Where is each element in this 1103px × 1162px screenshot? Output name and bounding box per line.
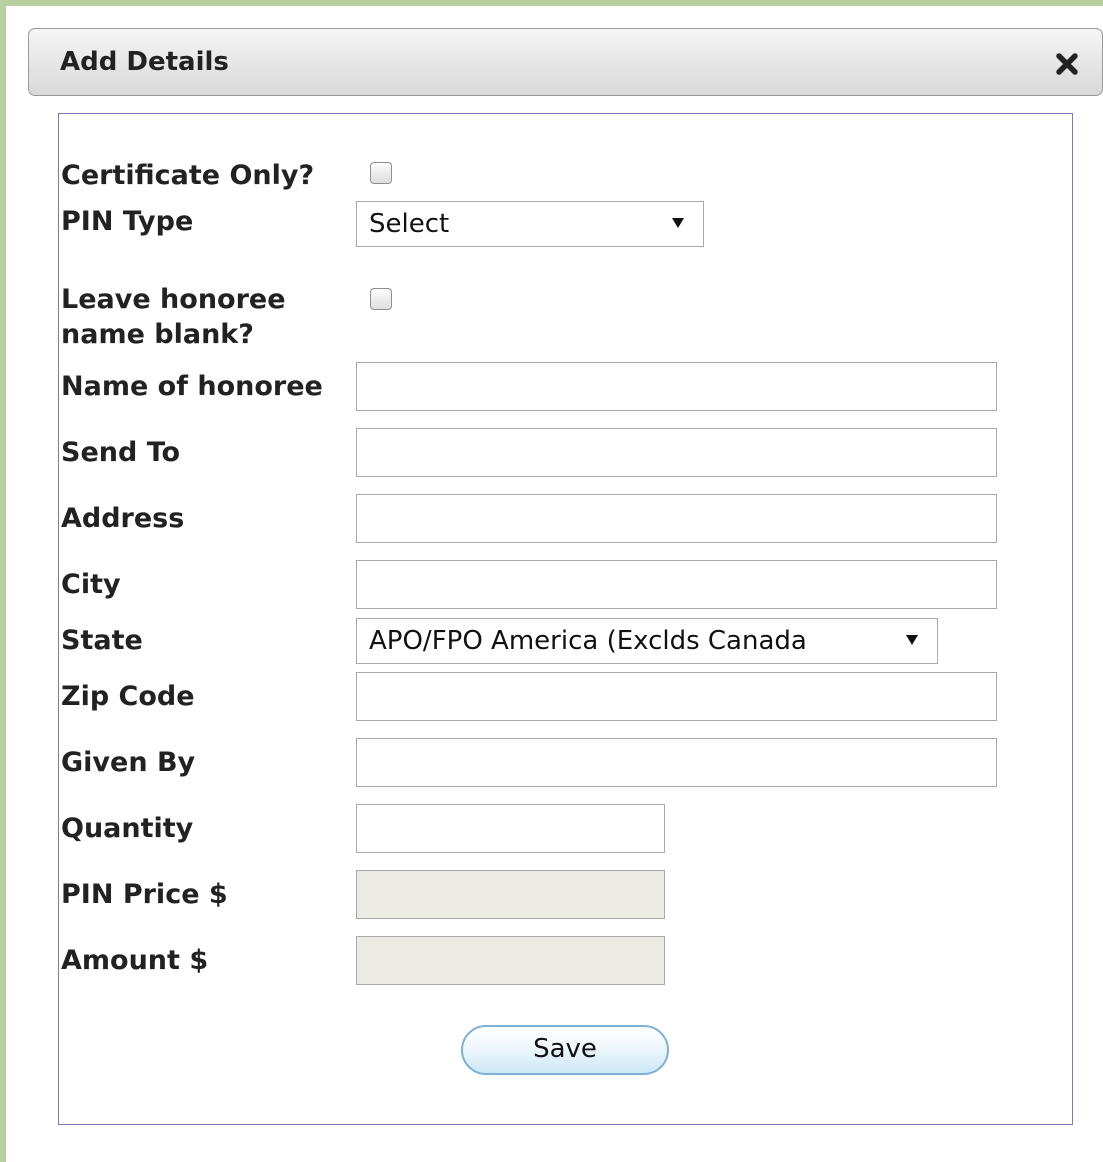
dialog-title: Add Details [60, 47, 229, 77]
quantity-input[interactable] [356, 804, 665, 853]
state-label: State [61, 625, 143, 656]
honoree-name-input[interactable] [356, 362, 997, 411]
city-input[interactable] [356, 560, 997, 609]
certificate-only-checkbox[interactable] [370, 162, 392, 184]
send-to-input[interactable] [356, 428, 997, 477]
state-select[interactable]: APO/FPO America (Exclds Canada [356, 618, 938, 664]
pin-price-label: PIN Price $ [61, 879, 228, 910]
honoree-name-label: Name of honoree [61, 371, 323, 402]
address-input[interactable] [356, 494, 997, 543]
pin-type-select[interactable]: Select [356, 201, 704, 247]
zip-code-input[interactable] [356, 672, 997, 721]
given-by-input[interactable] [356, 738, 997, 787]
amount-label: Amount $ [61, 945, 209, 976]
leave-blank-checkbox[interactable] [370, 288, 392, 310]
dialog-window: Add Details Certificate Only? PIN Type S… [0, 0, 1103, 1162]
address-label: Address [61, 503, 185, 534]
zip-code-label: Zip Code [61, 681, 195, 712]
certificate-only-label: Certificate Only? [61, 160, 315, 191]
dropdown-arrow-icon [906, 635, 918, 645]
save-button[interactable]: Save [461, 1025, 669, 1075]
quantity-label: Quantity [61, 813, 194, 844]
pin-type-label: PIN Type [61, 206, 194, 237]
city-label: City [61, 569, 121, 600]
dropdown-arrow-icon [672, 218, 684, 228]
send-to-label: Send To [61, 437, 181, 468]
details-form: Certificate Only? PIN Type Select Leave … [58, 113, 1073, 1125]
leave-blank-label-line2: name blank? [61, 319, 254, 350]
amount-input [356, 936, 665, 985]
pin-price-input [356, 870, 665, 919]
state-selected-value: APO/FPO America (Exclds Canada [369, 626, 807, 656]
close-icon[interactable] [1054, 51, 1080, 77]
pin-type-selected-value: Select [369, 209, 450, 239]
leave-blank-label-line1: Leave honoree [61, 284, 286, 315]
dialog-header: Add Details [28, 28, 1103, 96]
given-by-label: Given By [61, 747, 196, 778]
